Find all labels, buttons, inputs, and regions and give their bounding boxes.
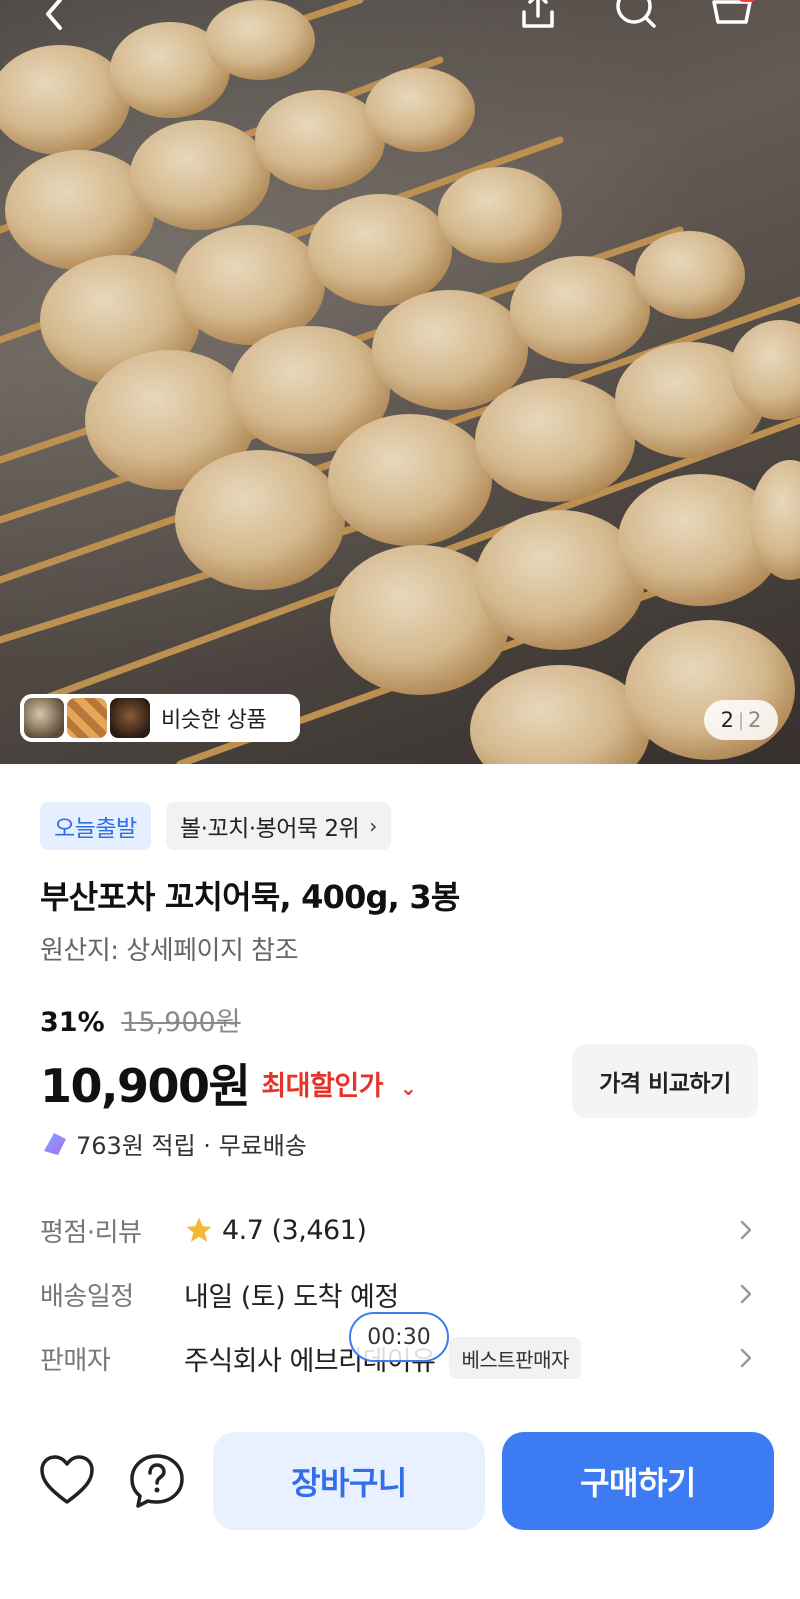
max-discount-label: 최대할인가 xyxy=(261,1070,384,1102)
best-seller-badge: 베스트판매자 xyxy=(449,1337,581,1379)
rating-label: 평점·리뷰 xyxy=(40,1217,142,1248)
similar-thumb xyxy=(110,698,150,738)
category-rank-label: 볼·꼬치·봉어묵 2위 xyxy=(180,816,360,842)
image-page-indicator: 2 | 2 xyxy=(704,700,778,740)
seller-label: 판매자 xyxy=(40,1345,111,1376)
category-rank-tag[interactable]: 볼·꼬치·봉어묵 2위 › xyxy=(166,802,391,850)
chevron-right-icon: › xyxy=(369,814,377,838)
heart-icon xyxy=(40,1455,94,1504)
discount-percent: 31% xyxy=(40,1007,105,1038)
share-icon[interactable] xyxy=(512,0,564,44)
points-row: 763원 적립 · 무료배송 xyxy=(40,1126,307,1161)
similar-products-chip[interactable]: 비슷한 상품 xyxy=(20,694,300,742)
original-price: 15,900원 xyxy=(121,1007,241,1038)
back-arrow-icon[interactable] xyxy=(30,0,82,44)
today-shipping-label: 오늘출발 xyxy=(54,816,137,842)
add-to-cart-label: 장바구니 xyxy=(291,1464,407,1502)
points-coin-icon xyxy=(44,1132,66,1155)
max-discount-toggle[interactable]: 최대할인가 ⌄ xyxy=(261,1064,416,1103)
page-current: 2 xyxy=(720,708,734,732)
delivery-label: 배송일정 xyxy=(40,1281,134,1312)
price-row: 10,900원 최대할인가 ⌄ xyxy=(40,1050,417,1116)
add-to-cart-button[interactable]: 장바구니 xyxy=(213,1432,485,1530)
fish-cake-skewers-photo xyxy=(0,0,800,764)
chevron-right-icon xyxy=(740,1220,752,1240)
similar-products-label: 비슷한 상품 xyxy=(161,708,267,733)
inquiry-button[interactable] xyxy=(128,1452,186,1510)
page-separator: | xyxy=(737,709,745,731)
rating-value-group: 4.7 (3,461) xyxy=(184,1214,367,1246)
points-text: 763원 적립 · 무료배송 xyxy=(76,1132,307,1160)
rating-row[interactable]: 평점·리뷰 4.7 (3,461) xyxy=(40,1200,760,1260)
page-total: 2 xyxy=(748,708,762,732)
delivery-value: 내일 (토) 도착 예정 xyxy=(184,1281,399,1313)
chevron-right-icon xyxy=(740,1348,752,1368)
buy-now-button[interactable]: 구매하기 xyxy=(502,1432,774,1530)
product-origin: 원산지: 상세페이지 참조 xyxy=(40,936,299,966)
price-compare-label: 가격 비교하기 xyxy=(599,1071,731,1097)
countdown-timer: 00:30 xyxy=(349,1312,449,1362)
discount-row: 31% 15,900원 xyxy=(40,1000,241,1039)
star-icon xyxy=(186,1217,212,1242)
similar-thumb xyxy=(67,698,107,738)
rating-value: 4.7 (3,461) xyxy=(222,1214,367,1246)
question-bubble-icon xyxy=(130,1454,184,1508)
chevron-right-icon xyxy=(740,1284,752,1304)
similar-thumb xyxy=(24,698,64,738)
search-icon[interactable] xyxy=(610,0,662,44)
buy-now-label: 구매하기 xyxy=(580,1464,696,1502)
cart-icon[interactable] xyxy=(706,0,758,44)
wishlist-button[interactable] xyxy=(38,1454,96,1508)
product-image[interactable]: 비슷한 상품 2 | 2 xyxy=(0,0,800,764)
price-compare-button[interactable]: 가격 비교하기 xyxy=(572,1044,758,1118)
today-shipping-tag: 오늘출발 xyxy=(40,802,151,850)
chevron-down-icon: ⌄ xyxy=(399,1075,417,1100)
sale-price: 10,900원 xyxy=(40,1059,251,1113)
product-title: 부산포차 꼬치어묵, 400g, 3봉 xyxy=(40,878,460,916)
